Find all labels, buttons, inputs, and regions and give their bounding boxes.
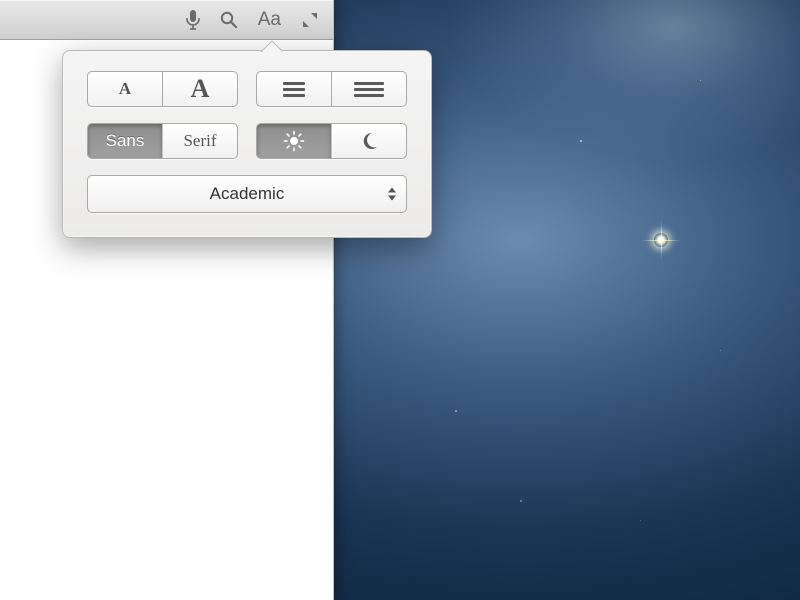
- letter-a-large-icon: A: [191, 74, 210, 104]
- font-sans-button[interactable]: Sans: [88, 124, 162, 158]
- narrow-lines-icon: [283, 82, 305, 97]
- dark-theme-button[interactable]: [331, 124, 406, 158]
- font-sans-label: Sans: [106, 131, 145, 151]
- narrow-width-button[interactable]: [257, 72, 331, 106]
- wallpaper-star: [700, 80, 701, 81]
- theme-control: [256, 123, 407, 159]
- letter-a-small-icon: A: [119, 79, 131, 99]
- style-preset-label: Academic: [210, 184, 285, 204]
- decrease-font-size-button[interactable]: A: [88, 72, 162, 106]
- wallpaper-star: [640, 520, 641, 521]
- popover-arrow: [260, 40, 282, 52]
- font-size-control: A A: [87, 71, 238, 107]
- fullscreen-button[interactable]: [301, 11, 319, 29]
- text-settings-button[interactable]: Aa: [258, 9, 281, 31]
- text-size-icon: Aa: [258, 9, 281, 31]
- search-button[interactable]: [220, 11, 238, 29]
- fullscreen-icon: [301, 11, 319, 29]
- wide-lines-icon: [354, 82, 384, 97]
- reader-settings-popover: A A Sans Serif: [62, 50, 432, 238]
- wallpaper-star: [520, 500, 522, 502]
- font-serif-button[interactable]: Serif: [162, 124, 237, 158]
- microphone-icon: [186, 10, 200, 30]
- wallpaper-star: [720, 350, 721, 351]
- sun-icon: [283, 130, 305, 152]
- search-icon: [220, 11, 238, 29]
- dictation-button[interactable]: [186, 10, 200, 30]
- toolbar: Aa: [0, 0, 333, 40]
- wallpaper-star: [580, 140, 582, 142]
- wide-width-button[interactable]: [331, 72, 406, 106]
- column-width-control: [256, 71, 407, 107]
- increase-font-size-button[interactable]: A: [162, 72, 237, 106]
- font-serif-label: Serif: [183, 131, 216, 151]
- style-preset-dropdown[interactable]: Academic: [87, 175, 407, 213]
- font-family-control: Sans Serif: [87, 123, 238, 159]
- wallpaper-star: [455, 410, 457, 412]
- light-theme-button[interactable]: [257, 124, 331, 158]
- wallpaper-nebula: [380, 0, 800, 260]
- stepper-arrows-icon: [388, 188, 396, 201]
- moon-icon: [359, 131, 379, 151]
- wallpaper-bright-star: [654, 233, 668, 247]
